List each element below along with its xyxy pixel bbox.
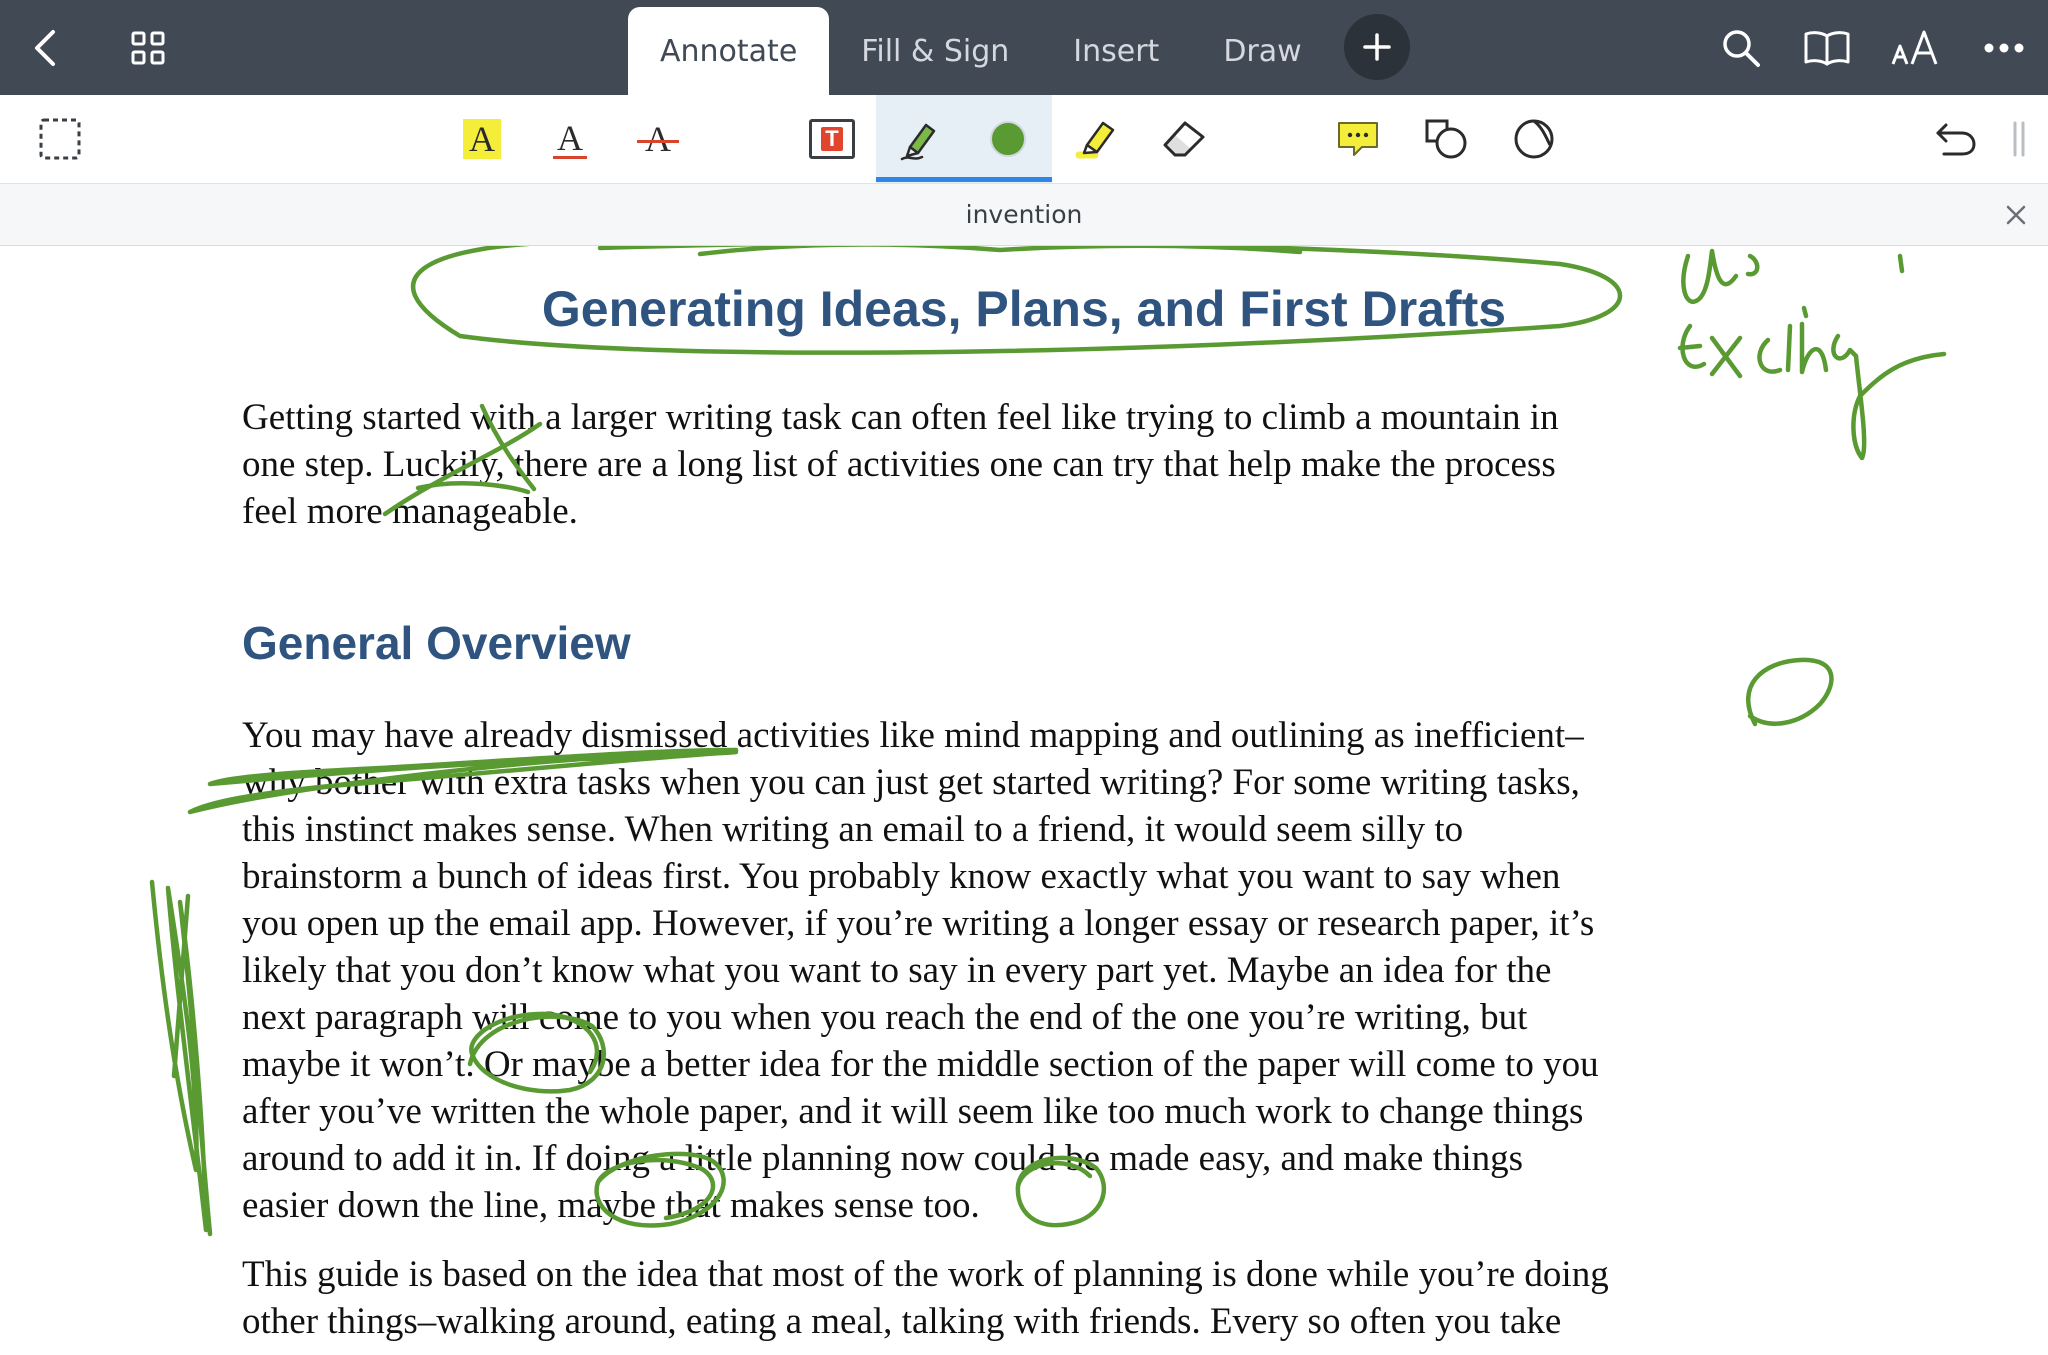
text-line: feel more manageable.	[242, 491, 578, 532]
toolbar-drag-handle[interactable]	[1990, 95, 2048, 183]
ink-margin-vertical-scribble	[149, 879, 213, 1237]
text-line: other things–walking around, eating a me…	[242, 1301, 1562, 1342]
mode-tabs: Annotate Fill & Sign Insert Draw	[628, 7, 1334, 95]
page-heading: Generating Ideas, Plans, and First Draft…	[541, 281, 1507, 337]
shapes-icon	[1425, 119, 1467, 159]
book-icon[interactable]	[1802, 0, 1852, 95]
strikethrough-text-letter: A	[645, 119, 671, 159]
text-line: easier down the line, maybe that makes s…	[242, 1185, 980, 1226]
text-line: why bother with extra tasks when you can…	[242, 762, 1580, 803]
eraser-tool[interactable]	[1144, 95, 1224, 183]
strikethrough-text-tool[interactable]: A	[618, 95, 698, 183]
text-line: this instinct makes sense. When writing …	[242, 809, 1464, 850]
underline-text-letter: A	[557, 117, 583, 158]
strikethrough-text-icon: A	[637, 119, 679, 159]
text-line: around to add it in. If doing a little p…	[242, 1138, 1523, 1179]
selected-tool-indicator	[876, 177, 1052, 182]
document-title-bar: invention	[0, 184, 2048, 246]
highlighter-tool[interactable]	[1056, 95, 1136, 183]
highlight-text-tool[interactable]: A	[442, 95, 522, 183]
select-tool[interactable]	[20, 95, 100, 183]
text-line: This guide is based on the idea that mos…	[242, 1254, 1609, 1295]
add-button[interactable]	[1344, 14, 1410, 80]
back-icon[interactable]	[20, 0, 70, 95]
ink-heading-scribble	[697, 246, 1303, 257]
tab-annotate[interactable]: Annotate	[628, 7, 830, 95]
tab-insert[interactable]: Insert	[1041, 7, 1191, 95]
strike-line	[637, 140, 679, 143]
text-line: likely that you don’t know what you want…	[242, 950, 1552, 991]
close-document-button[interactable]	[2000, 199, 2032, 231]
color-swatch-icon	[990, 121, 1026, 157]
select-icon	[39, 118, 81, 160]
eraser-icon	[1163, 121, 1205, 157]
tab-draw[interactable]: Draw	[1191, 7, 1333, 95]
tab-fill-and-sign[interactable]: Fill & Sign	[829, 7, 1041, 95]
highlight-text-icon: A	[463, 119, 501, 159]
text-line: Getting started with a larger writing ta…	[242, 397, 1559, 438]
document-page[interactable]: Generating Ideas, Plans, and First Draft…	[0, 246, 2048, 1355]
comment-icon	[1338, 122, 1378, 156]
color-swatch-tool[interactable]	[964, 95, 1052, 183]
textbox-letter: T	[821, 127, 843, 151]
text-line: next paragraph will come to you when you…	[242, 997, 1528, 1038]
close-icon	[2006, 205, 2026, 225]
text-line: after you’ve written the whole paper, an…	[242, 1091, 1584, 1132]
pen-icon	[900, 123, 936, 161]
highlight-text-letter: A	[469, 119, 495, 159]
annotation-toolbar: A A A T	[0, 95, 2048, 184]
shapes-tool[interactable]	[1406, 95, 1486, 183]
text-line: you open up the email app. However, if y…	[242, 903, 1595, 944]
pen-tool[interactable]	[876, 95, 964, 183]
undo-tool[interactable]	[1916, 95, 1996, 183]
textbox-icon: T	[809, 119, 855, 159]
next-paragraph: This guide is based on the idea that mos…	[242, 1251, 1842, 1345]
textbox-tool[interactable]: T	[792, 95, 872, 183]
underline-text-icon: A	[553, 120, 587, 159]
highlighter-icon	[1075, 121, 1115, 159]
text-line: You may have already dismissed activitie…	[242, 715, 1584, 756]
overview-paragraph: You may have already dismissed activitie…	[242, 712, 1842, 1229]
lasso-tool[interactable]	[1494, 95, 1574, 183]
text-line: brainstorm a bunch of ideas first. You p…	[242, 856, 1561, 897]
text-line: one step. Luckily, there are a long list…	[242, 444, 1556, 485]
top-navigation-bar: Annotate Fill & Sign Insert Draw	[0, 0, 2048, 95]
document-title: invention	[965, 200, 1083, 229]
comment-tool[interactable]	[1318, 95, 1398, 183]
search-icon[interactable]	[1718, 0, 1764, 95]
add-icon	[1363, 33, 1391, 61]
more-icon[interactable]	[1980, 0, 2028, 95]
undo-icon	[1936, 123, 1976, 156]
section-heading: General Overview	[242, 617, 631, 669]
intro-paragraph: Getting started with a larger writing ta…	[242, 394, 1842, 535]
text-size-icon[interactable]	[1890, 0, 1942, 95]
text-line: maybe it won’t. Or maybe a better idea f…	[242, 1044, 1599, 1085]
underline-text-tool[interactable]: A	[530, 95, 610, 183]
drag-handle-icon	[2013, 121, 2025, 157]
lasso-icon	[1514, 119, 1554, 159]
grid-icon[interactable]	[128, 0, 168, 95]
